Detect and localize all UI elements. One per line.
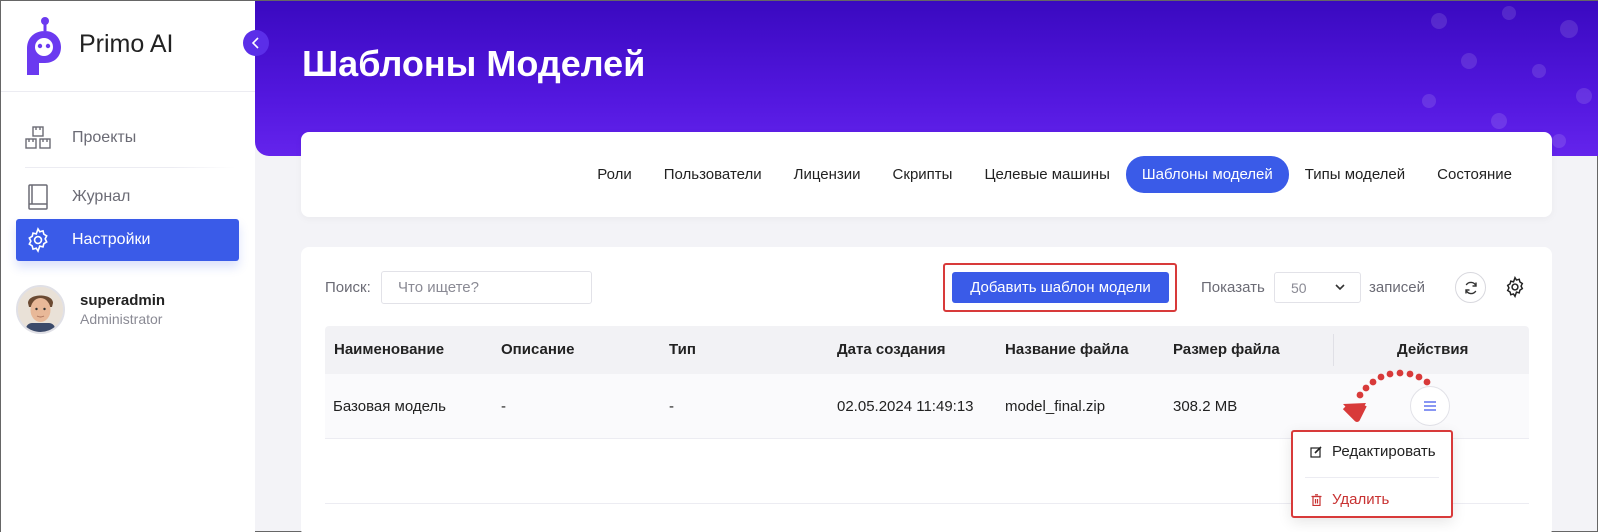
sidebar-item-label: Проекты [72,129,137,146]
user-name: superadmin [80,292,166,309]
avatar[interactable] [16,285,65,334]
tab-roles[interactable]: Роли [581,156,648,193]
boxes-icon [24,124,52,152]
tab-licenses[interactable]: Лицензии [778,156,877,193]
brand[interactable]: Primo AI [23,15,173,77]
add-model-template-button[interactable]: Добавить шаблон модели [952,272,1169,303]
tab-users[interactable]: Пользователи [648,156,778,193]
sidebar-item-projects[interactable]: Проекты [16,117,239,159]
gear-icon [1506,276,1524,298]
menu-item-delete[interactable]: Удалить [1309,491,1389,508]
menu-divider [1305,477,1439,478]
refresh-icon [1464,281,1477,294]
column-header-filesize[interactable]: Размер файла [1173,341,1280,358]
chevron-left-icon [251,37,259,49]
edit-icon [1309,445,1323,459]
sidebar-item-label: Журнал [72,188,131,205]
menu-item-edit[interactable]: Редактировать [1309,443,1436,460]
sidebar-nav-divider [25,167,235,168]
user-info: superadmin Administrator [80,292,165,327]
sidebar-divider [1,91,255,92]
show-label: Показать [1201,279,1265,296]
sidebar-item-settings[interactable]: Настройки [16,219,239,261]
primo-logo-icon [27,17,61,75]
sidebar: Primo AI Проекты Журнал Настройки supera… [1,1,255,532]
column-header-actions: Действия [1397,341,1469,358]
user-profile[interactable]: superadmin Administrator [16,285,165,334]
page-title: Шаблоны Моделей [302,43,646,84]
annotation-arrow-icon [1342,369,1431,422]
sidebar-item-label: Настройки [72,231,151,248]
column-divider [1333,334,1334,366]
refresh-button[interactable] [1455,272,1486,303]
column-header-type[interactable]: Тип [669,341,696,358]
tab-model-templates[interactable]: Шаблоны моделей [1125,156,1289,193]
page-size-value: 50 [1291,279,1307,296]
column-header-description[interactable]: Описание [501,341,574,358]
gear-icon [24,226,52,254]
cell-filename: model_final.zip [1005,398,1106,415]
column-header-created[interactable]: Дата создания [837,341,946,358]
book-icon [24,183,52,211]
tab-scripts[interactable]: Скрипты [877,156,969,193]
column-header-name[interactable]: Наименование [334,341,444,358]
brand-name: Primo AI [79,29,174,58]
tabs-card: Роли Пользователи Лицензии Скрипты Целев… [301,132,1552,217]
menu-item-edit-label: Редактировать [1332,443,1436,460]
menu-item-delete-label: Удалить [1332,491,1390,508]
column-header-filename[interactable]: Название файла [1005,341,1129,358]
cell-name: Базовая модель [333,398,446,415]
sidebar-item-journal[interactable]: Журнал [16,176,239,218]
tab-target-machines[interactable]: Целевые машины [968,156,1125,193]
table-settings-button[interactable] [1502,274,1528,300]
tab-status[interactable]: Состояние [1421,156,1528,193]
cell-filesize: 308.2 MB [1173,398,1238,415]
collapse-sidebar-button[interactable] [243,30,269,56]
cell-type: - [669,398,674,415]
chevron-down-icon [1335,284,1345,291]
search-label: Поиск: [325,279,371,296]
search-input[interactable] [381,271,592,304]
cell-description: - [501,398,506,415]
tab-model-types[interactable]: Типы моделей [1289,156,1421,193]
cell-created: 02.05.2024 11:49:13 [837,398,974,415]
row-actions-menu: Редактировать Удалить [1291,430,1453,518]
settings-tabs: Роли Пользователи Лицензии Скрипты Целев… [581,156,1528,193]
page-size-select[interactable]: 50 [1274,272,1361,303]
user-role: Administrator [80,311,163,327]
records-label: записей [1369,279,1425,296]
trash-icon [1309,493,1323,507]
